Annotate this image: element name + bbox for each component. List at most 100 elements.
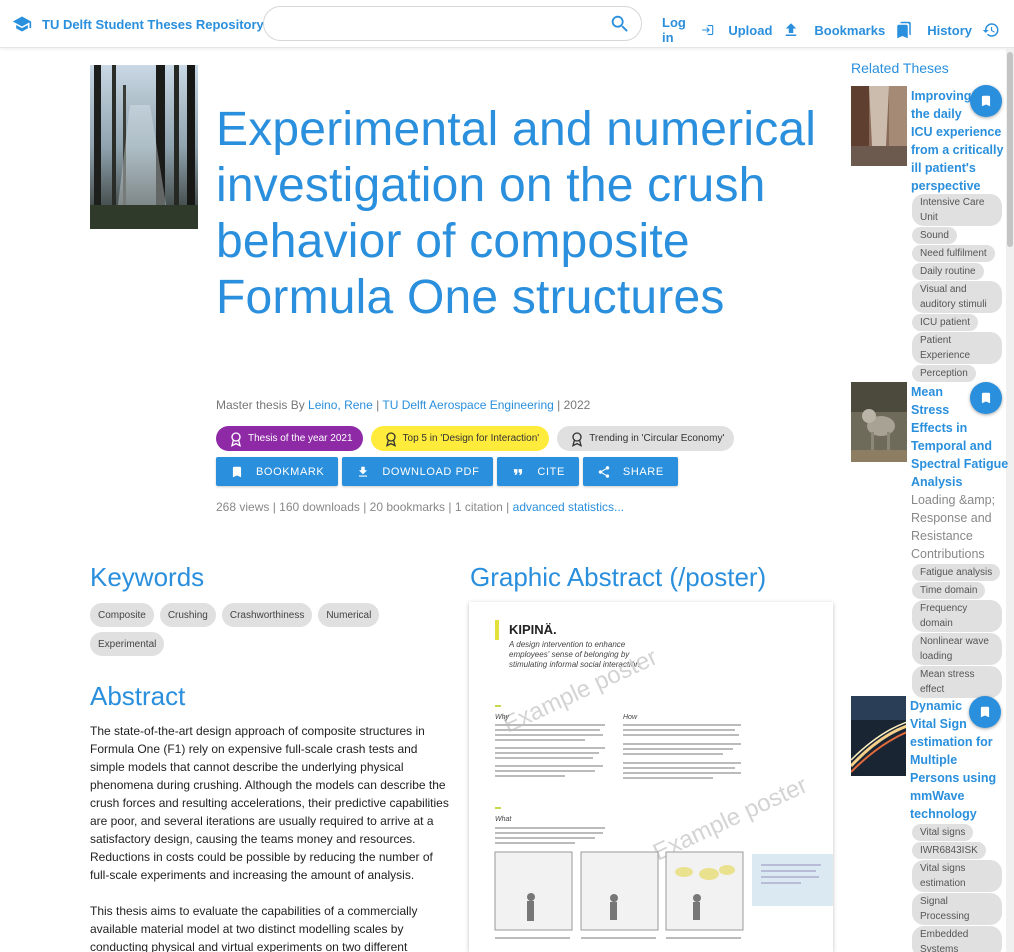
- upload-label: Upload: [728, 22, 773, 38]
- thesis-title: Experimental and numerical investigation…: [216, 103, 817, 324]
- related-tag[interactable]: Sound: [912, 227, 957, 244]
- related-tag[interactable]: Embedded Systems: [912, 926, 1002, 952]
- bookmarks-icon: [897, 21, 911, 39]
- related-title-line: Persons using: [910, 771, 997, 785]
- bookmark-icon: [232, 466, 242, 477]
- related-tag[interactable]: Nonlinear wave loading: [912, 633, 1002, 665]
- graphic-abstract-heading: Graphic Abstract (/poster): [470, 562, 767, 592]
- upload-link[interactable]: Upload: [728, 15, 814, 45]
- award-badge-thesis-of-year[interactable]: Thesis of the year 2021: [216, 426, 363, 451]
- quote-icon: [514, 468, 523, 475]
- byline-sep-1: |: [376, 398, 380, 412]
- related-title-line: ill patient's: [911, 161, 976, 175]
- related-tag[interactable]: Fatigue analysis: [912, 564, 1001, 581]
- related-tag[interactable]: ICU patient: [912, 314, 979, 331]
- related-thumb-3[interactable]: [851, 696, 906, 776]
- related-tag[interactable]: Mean stress effect: [912, 666, 1002, 698]
- keyword-chip[interactable]: Composite: [90, 603, 154, 627]
- related-tag[interactable]: Daily routine: [912, 263, 984, 280]
- related-title-3[interactable]: Dynamic Vital Sign estimation for Multip…: [910, 697, 996, 823]
- related-tag[interactable]: Visual and auditory stimuli: [912, 281, 1002, 313]
- search-box: [263, 6, 642, 41]
- page-scrollbar-thumb[interactable]: [1007, 52, 1013, 247]
- related-subtitle-2: Loading &amp; Response and Resistance Co…: [911, 491, 995, 563]
- bookmark-button[interactable]: BOOKMARK: [216, 457, 339, 486]
- download-pdf-button[interactable]: DOWNLOAD PDF: [342, 457, 494, 486]
- related-tag[interactable]: Need fulfilment: [912, 245, 995, 262]
- related-tag[interactable]: Frequency domain: [912, 600, 1002, 632]
- related-subtitle-line: Response and: [911, 511, 992, 525]
- related-thumb-2[interactable]: [851, 382, 907, 462]
- related-title-line: Mean: [911, 385, 943, 399]
- bookmarks-label: Bookmarks: [814, 22, 886, 38]
- related-title-line: technology: [910, 807, 977, 821]
- login-icon: [702, 24, 714, 36]
- related-title-line: estimation for: [910, 735, 993, 749]
- award-icon: [385, 431, 396, 447]
- related-title-line: Improving: [911, 89, 972, 103]
- related-tags-2: Fatigue analysis Time domain Frequency d…: [912, 564, 1002, 698]
- related-tag[interactable]: Intensive Care Unit: [912, 194, 1002, 226]
- poster-graphics: [494, 724, 833, 939]
- related-title-line: mmWave: [910, 789, 965, 803]
- bookmark-button-label: BOOKMARK: [256, 465, 325, 478]
- related-title-line: Multiple: [910, 753, 958, 767]
- keyword-chip[interactable]: Experimental: [90, 632, 165, 656]
- login-label: Log in: [662, 15, 686, 45]
- award-label: Top 5 in 'Design for Interaction': [402, 433, 540, 444]
- login-link[interactable]: Log in: [662, 15, 728, 45]
- related-tags-3: Vital signs IWR6843ISK Vital signs estim…: [912, 824, 1002, 952]
- history-icon: [982, 23, 999, 37]
- top-nav: Log in Upload Bookmarks History: [662, 15, 1014, 45]
- author-link[interactable]: Leino, Rene: [308, 398, 373, 412]
- related-tag[interactable]: Vital signs estimation: [912, 860, 1002, 892]
- related-title-line: Analysis: [911, 475, 963, 489]
- keyword-chip[interactable]: Crashworthiness: [221, 603, 313, 627]
- award-icon: [572, 431, 583, 447]
- related-tag[interactable]: Time domain: [912, 582, 986, 599]
- top-bar: TU Delft Student Theses Repository Log i…: [0, 0, 1014, 48]
- brand-title: TU Delft Student Theses Repository: [42, 16, 264, 32]
- award-badge-trending[interactable]: Trending in 'Circular Economy': [557, 426, 735, 451]
- keyword-chip[interactable]: Numerical: [318, 603, 380, 627]
- related-theses-heading: Related Theses: [851, 60, 949, 76]
- related-subtitle-line: Contributions: [911, 547, 985, 561]
- faculty-link[interactable]: TU Delft Aerospace Engineering: [382, 398, 553, 412]
- advanced-statistics-link[interactable]: advanced statistics...: [513, 500, 624, 514]
- upload-icon: [786, 23, 797, 36]
- graphic-abstract-poster[interactable]: KIPINÄ. A design intervention to enhance…: [469, 602, 833, 952]
- keywords-heading: Keywords: [90, 562, 205, 592]
- related-subtitle-line: Loading &amp;: [911, 493, 996, 507]
- related-subtitle-line: Resistance: [911, 529, 973, 543]
- related-title-line: Effects in: [911, 421, 968, 435]
- cite-button[interactable]: CITE: [497, 457, 579, 486]
- related-tag[interactable]: Vital signs: [912, 824, 974, 841]
- history-link[interactable]: History: [927, 15, 1014, 45]
- thesis-cover-image: [90, 65, 198, 229]
- stats-text: 268 views | 160 downloads | 20 bookmarks…: [216, 500, 510, 514]
- award-icon: [231, 431, 241, 447]
- search-input[interactable]: [278, 7, 608, 40]
- brand-link[interactable]: TU Delft Student Theses Repository: [12, 14, 264, 34]
- related-tags-1: Intensive Care Unit Sound Need fulfilmen…: [912, 194, 1002, 382]
- share-button-label: SHARE: [622, 465, 664, 478]
- share-button[interactable]: SHARE: [582, 457, 678, 486]
- byline-prefix: Master thesis By: [216, 398, 305, 412]
- related-tag[interactable]: IWR6843ISK: [912, 842, 986, 859]
- related-title-line: from a critically: [911, 143, 1004, 157]
- search-icon[interactable]: [609, 13, 631, 35]
- related-title-1[interactable]: Improving the daily ICU experience from …: [911, 87, 1003, 195]
- keyword-chip[interactable]: Crushing: [159, 603, 216, 627]
- related-tag[interactable]: Perception: [912, 365, 976, 382]
- related-title-line: Dynamic: [910, 699, 963, 713]
- related-title-2[interactable]: Mean Stress Effects in Temporal and Spec…: [911, 383, 1008, 491]
- byline: Master thesis By Leino, Rene | TU Delft …: [216, 398, 590, 412]
- history-label: History: [927, 22, 972, 38]
- award-badge-top5[interactable]: Top 5 in 'Design for Interaction': [370, 426, 550, 451]
- byline-sep-2: |: [557, 398, 561, 412]
- related-thumb-1[interactable]: [851, 86, 907, 166]
- related-tag[interactable]: Patient Experience: [912, 332, 1002, 364]
- related-tag[interactable]: Signal Processing: [912, 893, 1002, 925]
- thesis-year: 2022: [563, 398, 591, 412]
- bookmarks-link[interactable]: Bookmarks: [814, 15, 927, 45]
